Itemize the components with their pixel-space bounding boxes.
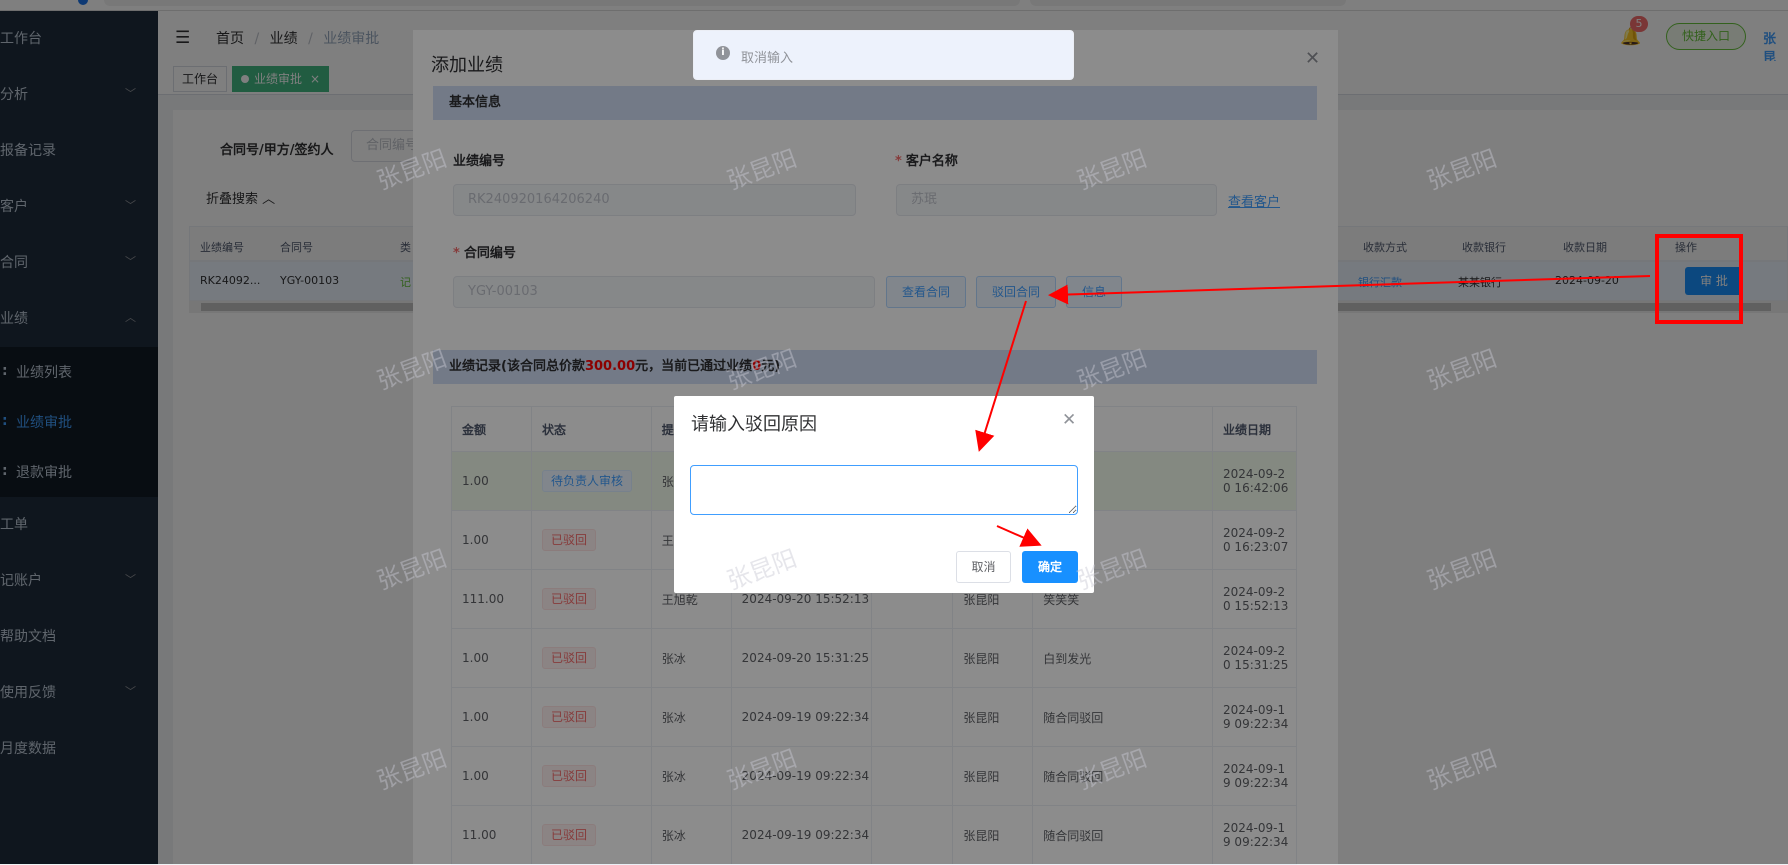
reject-reason-dialog: 请输入驳回原因 ✕ 取消 确定 <box>674 396 1094 593</box>
info-icon: i <box>716 46 730 60</box>
cancel-button[interactable]: 取消 <box>956 551 1011 583</box>
dialog-title: 请输入驳回原因 <box>691 414 817 435</box>
info-message: i 取消输入 <box>693 30 1074 80</box>
message-text: 取消输入 <box>741 51 794 66</box>
reject-reason-input[interactable] <box>690 465 1078 515</box>
highlight-box-annotation <box>1655 234 1743 324</box>
close-icon[interactable]: ✕ <box>1062 410 1076 430</box>
confirm-button[interactable]: 确定 <box>1022 551 1078 583</box>
